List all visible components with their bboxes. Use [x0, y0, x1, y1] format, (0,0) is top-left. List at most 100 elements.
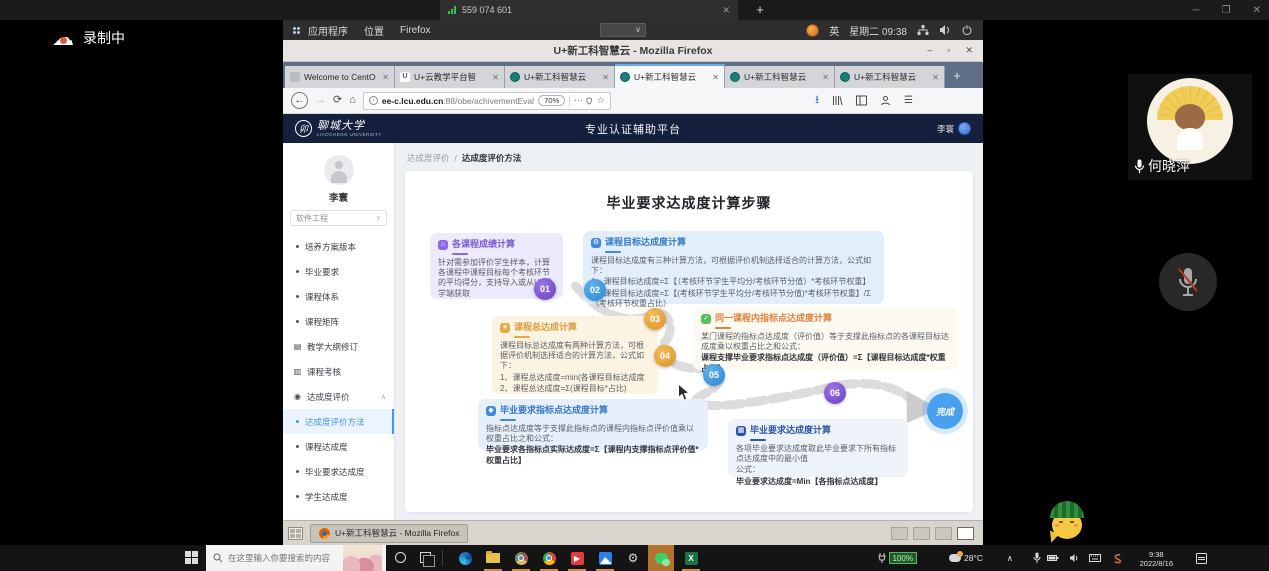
sidebar-item-training-plan[interactable]: 培养方案版本: [283, 234, 394, 259]
platform-title: 专业认证辅助平台: [283, 121, 983, 137]
browser-tab[interactable]: U+新工科智慧云 ✕: [725, 66, 835, 88]
minimize-icon[interactable]: ─: [1193, 5, 1200, 16]
workspace-1[interactable]: [891, 527, 908, 540]
weather-widget[interactable]: 28°C: [949, 545, 983, 571]
close-tab-icon[interactable]: ✕: [722, 5, 730, 16]
places-menu[interactable]: 位置: [364, 23, 384, 38]
firefox-task-button[interactable]: U+新工科智慧云 - Mozilla Firefox: [310, 524, 468, 543]
bookmark-star-icon[interactable]: ☆: [597, 95, 605, 106]
sidebar-item-course-assess[interactable]: ▥课程考核: [283, 359, 394, 384]
tab-close-icon[interactable]: ✕: [602, 73, 609, 82]
browser-tab[interactable]: U+新工科智慧云 ✕: [505, 66, 615, 88]
back-button[interactable]: ←: [291, 92, 308, 109]
tab-close-icon[interactable]: ✕: [712, 73, 719, 82]
taskbar-clock[interactable]: 9:38 2022/8/16: [1140, 545, 1173, 571]
meeting-new-tab-button[interactable]: +: [748, 0, 772, 20]
document-icon: ▥: [293, 367, 302, 376]
file-explorer-icon[interactable]: [480, 545, 506, 571]
applications-menu[interactable]: 应用程序: [308, 23, 348, 38]
notification-app-icon[interactable]: [806, 24, 819, 37]
sidebar-item-achievement-eval[interactable]: ◉达成度评价∧: [283, 384, 394, 409]
participant-name: 何晓萍: [1148, 156, 1190, 176]
wechat-icon[interactable]: [648, 545, 674, 571]
browser-tab[interactable]: Welcome to CentO ✕: [285, 66, 395, 88]
browser-tab-active[interactable]: U+新工科智慧云 ✕: [615, 64, 725, 88]
sidebar-item-graduation-req[interactable]: 毕业要求: [283, 259, 394, 284]
panel-dropdown[interactable]: ∨: [600, 23, 646, 37]
taskbar-search[interactable]: [206, 545, 386, 571]
restore-icon[interactable]: ❐: [1222, 5, 1231, 16]
reaction-sticker: [1042, 499, 1094, 545]
menu-hamburger-icon[interactable]: ☰: [904, 95, 913, 106]
workspace-2[interactable]: [913, 527, 930, 540]
sidebar-subitem-course-achv[interactable]: 课程达成度: [283, 434, 394, 459]
meeting-tab[interactable]: 559 074 601 ✕: [440, 0, 738, 20]
library-icon[interactable]: [832, 95, 843, 106]
firefox-titlebar[interactable]: U+新工科智慧云 - Mozilla Firefox ‒ ▫ ✕: [283, 40, 983, 62]
tab-close-icon[interactable]: ✕: [382, 73, 389, 82]
sidebar-item-syllabus[interactable]: ▤教学大纲修订: [283, 334, 394, 359]
action-center-icon[interactable]: [1196, 545, 1207, 571]
microphone-tray-icon[interactable]: [1033, 545, 1041, 571]
search-input[interactable]: [228, 553, 338, 563]
firefox-close-icon[interactable]: ✕: [965, 45, 973, 56]
volume-icon[interactable]: [939, 24, 951, 36]
sidebar-item-course-matrix[interactable]: 课程矩阵: [283, 309, 394, 334]
workspace-3[interactable]: [935, 527, 952, 540]
tray-expand-icon[interactable]: ∧: [1007, 545, 1013, 571]
mute-microphone-button[interactable]: [1159, 253, 1217, 311]
edge-icon[interactable]: [452, 545, 478, 571]
firefox-minimize-icon[interactable]: ‒: [927, 45, 932, 56]
home-button[interactable]: ⌂: [349, 95, 356, 106]
firefox-menu[interactable]: Firefox: [400, 25, 431, 36]
tab-close-icon[interactable]: ✕: [492, 73, 499, 82]
input-language-indicator[interactable]: 英: [829, 23, 839, 38]
task-button-label: U+新工科智慧云 - Mozilla Firefox: [335, 527, 459, 539]
tab-close-icon[interactable]: ✕: [932, 73, 939, 82]
window-list-icon[interactable]: [288, 527, 303, 540]
workspace-4-active[interactable]: [957, 527, 974, 540]
page-actions-icon[interactable]: ⋯: [574, 95, 583, 106]
settings-gear-icon[interactable]: ⚙: [620, 545, 646, 571]
firefox-maximize-icon[interactable]: ▫: [947, 45, 950, 56]
task-view-icon[interactable]: [420, 552, 431, 563]
speaker-tray-icon[interactable]: [1069, 545, 1079, 571]
chrome-profile-icon[interactable]: [508, 545, 534, 571]
battery-status[interactable]: 100%: [878, 545, 917, 571]
reload-button[interactable]: ⟳: [333, 95, 342, 106]
site-info-icon[interactable]: i: [369, 96, 378, 105]
sidebar-subitem-gradreq-achv[interactable]: 毕业要求达成度: [283, 459, 394, 484]
panel-clock[interactable]: 星期二 09:38: [849, 23, 907, 38]
header-user[interactable]: 李寰: [937, 122, 971, 135]
browser-tab[interactable]: U U+云教学平台智 ✕: [395, 66, 505, 88]
excel-icon[interactable]: X: [678, 545, 704, 571]
account-icon[interactable]: [880, 95, 891, 106]
sidebar-subitem-eval-method[interactable]: 达成度评价方法: [283, 409, 394, 434]
chrome-icon[interactable]: [536, 545, 562, 571]
downloads-icon[interactable]: ⭳: [815, 91, 819, 110]
tray-app-icon[interactable]: [1112, 545, 1123, 571]
zoom-level-indicator[interactable]: 70%: [538, 95, 565, 106]
sidebar-subitem-student-achv[interactable]: 学生达成度: [283, 484, 394, 509]
new-tab-button[interactable]: +: [945, 66, 969, 88]
participant-video-tile[interactable]: 何晓萍: [1128, 74, 1252, 180]
meeting-app-icon[interactable]: ▶: [564, 545, 590, 571]
battery-tray-icon[interactable]: [1047, 545, 1059, 571]
cortana-icon[interactable]: [395, 552, 406, 563]
touch-keyboard-icon[interactable]: [1089, 545, 1101, 571]
network-icon[interactable]: [917, 24, 929, 36]
major-select[interactable]: 软件工程 ∨: [290, 210, 387, 226]
tab-close-icon[interactable]: ✕: [822, 73, 829, 82]
forward-button[interactable]: →: [315, 95, 326, 106]
close-icon[interactable]: ✕: [1253, 5, 1261, 16]
tracking-shield-icon[interactable]: [586, 96, 592, 106]
browser-tab[interactable]: U+新工科智慧云 ✕: [835, 66, 945, 88]
search-highlight-image[interactable]: [343, 545, 382, 571]
sidebar-toggle-icon[interactable]: [856, 95, 867, 106]
sidebar-item-course-system[interactable]: 课程体系: [283, 284, 394, 309]
breadcrumb-parent[interactable]: 达成度评价: [407, 152, 450, 164]
url-bar[interactable]: i ee-c.lcu.edu.cn:88/obe/achivementEvalu…: [363, 92, 611, 110]
photos-icon[interactable]: [592, 545, 618, 571]
start-button[interactable]: [185, 551, 198, 564]
power-icon[interactable]: [961, 24, 973, 36]
